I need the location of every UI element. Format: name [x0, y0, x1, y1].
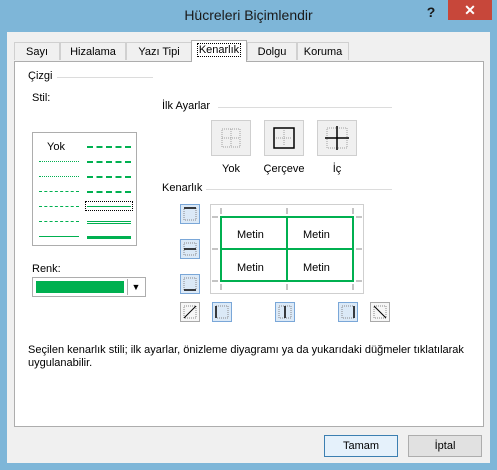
style-none-label: Yok [47, 141, 65, 153]
color-picker[interactable]: ▼ [32, 277, 146, 297]
diagonal-up-icon [183, 305, 197, 319]
style-thin[interactable] [39, 236, 79, 237]
preview-cell-text: Metin [303, 229, 330, 241]
border-diag-down-button[interactable] [370, 302, 390, 322]
border-divider [206, 189, 392, 190]
border-left-button[interactable] [212, 302, 232, 322]
border-tab-panel: Çizgi Stil: Yok Renk: ▼ İlk Ayarlar Yok … [14, 61, 484, 427]
style-double[interactable] [87, 221, 131, 224]
border-top-button[interactable] [180, 204, 200, 224]
style-dotted[interactable] [39, 176, 79, 177]
tab-border[interactable]: Kenarlık [191, 40, 247, 62]
close-button[interactable]: ✕ [448, 0, 492, 20]
dialog-body: Sayı Hizalama Yazı Tipi Kenarlık Dolgu K… [7, 32, 490, 463]
help-button[interactable]: ? [418, 2, 444, 22]
style-medium[interactable] [87, 206, 131, 207]
tab-alignment[interactable]: Hizalama [60, 42, 126, 60]
style-slant-dash-dot[interactable] [87, 161, 131, 163]
border-diag-up-button[interactable] [180, 302, 200, 322]
border-horizontal-icon [183, 242, 197, 256]
tab-fill[interactable]: Dolgu [247, 42, 297, 60]
border-right-button[interactable] [338, 302, 358, 322]
preview-cell-text: Metin [237, 229, 264, 241]
preset-inside-button[interactable] [317, 120, 357, 156]
border-title: Kenarlık [162, 182, 203, 194]
border-left-icon [215, 305, 229, 319]
style-dashed[interactable] [39, 221, 79, 222]
presets-title: İlk Ayarlar [162, 100, 211, 112]
inside-border-icon [325, 126, 349, 150]
preset-inside-label: İç [332, 163, 342, 175]
line-group-divider [57, 77, 153, 78]
border-bottom-icon [183, 277, 197, 291]
border-bottom-button[interactable] [180, 274, 200, 294]
style-medium-dash-dot-dot[interactable] [87, 146, 131, 148]
outline-border-icon [273, 127, 295, 149]
style-hairline[interactable] [39, 161, 79, 162]
color-label: Renk: [32, 263, 61, 275]
preview-cell-text: Metin [237, 262, 264, 274]
chevron-down-icon[interactable]: ▼ [127, 279, 144, 295]
preview-diagram [212, 208, 362, 290]
cancel-button[interactable]: İptal [408, 435, 482, 457]
tab-protection[interactable]: Koruma [297, 42, 349, 60]
dialog-window: Hücreleri Biçimlendir ? ✕ Sayı Hizalama … [0, 0, 497, 470]
line-group-title: Çizgi [28, 70, 53, 82]
no-border-icon [221, 128, 241, 148]
line-style-list[interactable]: Yok [32, 132, 137, 246]
border-top-icon [183, 207, 197, 221]
style-dash-dot[interactable] [39, 206, 79, 207]
tab-number[interactable]: Sayı [14, 42, 60, 60]
preset-none-button[interactable] [211, 120, 251, 156]
description-text: Seçilen kenarlık stili; ilk ayarlar, öni… [28, 344, 464, 369]
style-thick[interactable] [87, 236, 131, 239]
presets-divider [218, 107, 392, 108]
border-preview[interactable]: Metin Metin Metin Metin [210, 204, 364, 294]
border-middle-h-button[interactable] [180, 239, 200, 259]
preview-cell-text: Metin [303, 262, 330, 274]
preset-none-label: Yok [222, 163, 240, 175]
preset-outline-label: Çerçeve [263, 163, 305, 175]
preset-outline-button[interactable] [264, 120, 304, 156]
diagonal-down-icon [373, 305, 387, 319]
ok-button[interactable]: Tamam [324, 435, 398, 457]
border-middle-v-button[interactable] [275, 302, 295, 322]
color-swatch [36, 281, 124, 293]
tab-font[interactable]: Yazı Tipi [126, 42, 192, 60]
style-medium-dash-dot[interactable] [87, 176, 131, 178]
border-right-icon [341, 305, 355, 319]
style-dash-dot-dot[interactable] [39, 191, 79, 192]
style-label: Stil: [32, 92, 51, 104]
title-bar[interactable]: Hücreleri Biçimlendir ? ✕ [0, 0, 497, 32]
style-medium-dashed[interactable] [87, 191, 131, 193]
border-vertical-icon [278, 305, 292, 319]
